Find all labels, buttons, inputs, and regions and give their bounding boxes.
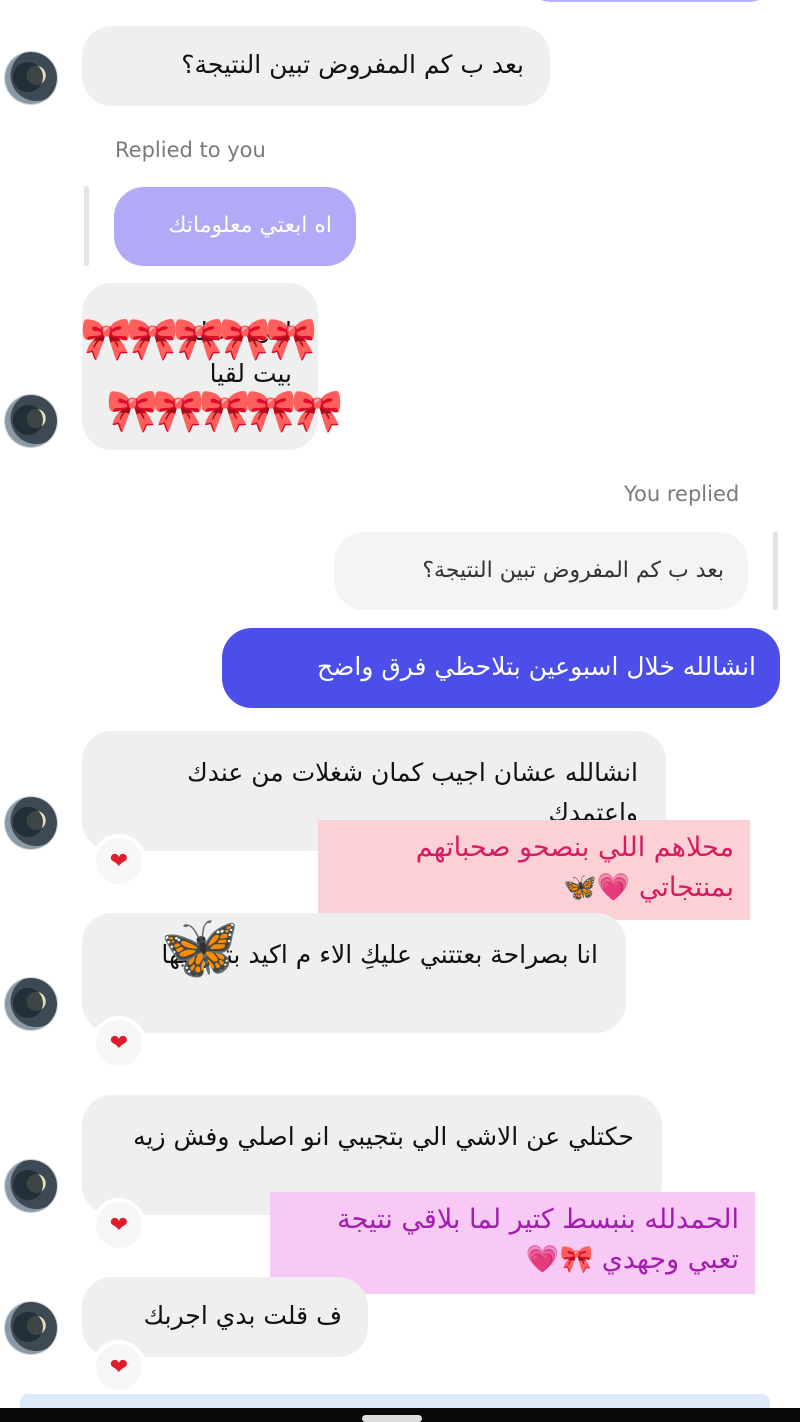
heart-reaction-icon[interactable]: ❤ xyxy=(92,1340,146,1394)
partial-message-bubble xyxy=(530,0,770,2)
sender-avatar[interactable] xyxy=(5,978,57,1030)
quote-bar xyxy=(773,532,778,610)
sender-avatar[interactable] xyxy=(5,1160,57,1212)
quoted-message[interactable]: بعد ب كم المفروض تبين النتيجة؟ xyxy=(334,532,748,610)
bow-sticker-row: 🎀🎀🎀🎀🎀 xyxy=(80,314,317,363)
butterfly-sticker: 🦋 xyxy=(160,911,240,985)
text-sticker: محلاهم اللي بنصحو صحباتهم بمنتجاتي 💗🦋 xyxy=(318,820,750,920)
received-message[interactable]: بعد ب كم المفروض تبين النتيجة؟ xyxy=(82,26,550,106)
sender-avatar[interactable] xyxy=(5,1302,57,1354)
home-indicator[interactable] xyxy=(362,1415,422,1422)
sender-avatar[interactable] xyxy=(5,395,57,447)
bow-sticker-row: 🎀🎀🎀🎀🎀 xyxy=(106,386,343,435)
composer-edge xyxy=(20,1394,770,1408)
heart-reaction-icon[interactable]: ❤ xyxy=(92,1016,146,1070)
quote-bar xyxy=(84,186,89,266)
heart-reaction-icon[interactable]: ❤ xyxy=(92,834,146,888)
reply-context-label: Replied to you xyxy=(115,138,266,162)
quoted-message[interactable]: اه ابعتي معلوماتك xyxy=(114,187,356,266)
sender-avatar[interactable] xyxy=(5,797,57,849)
sent-message[interactable]: انشالله خلال اسبوعين بتلاحظي فرق واضح xyxy=(222,628,780,708)
sender-avatar[interactable] xyxy=(5,52,57,104)
heart-reaction-icon[interactable]: ❤ xyxy=(92,1198,146,1252)
reply-context-label: You replied xyxy=(624,482,740,506)
